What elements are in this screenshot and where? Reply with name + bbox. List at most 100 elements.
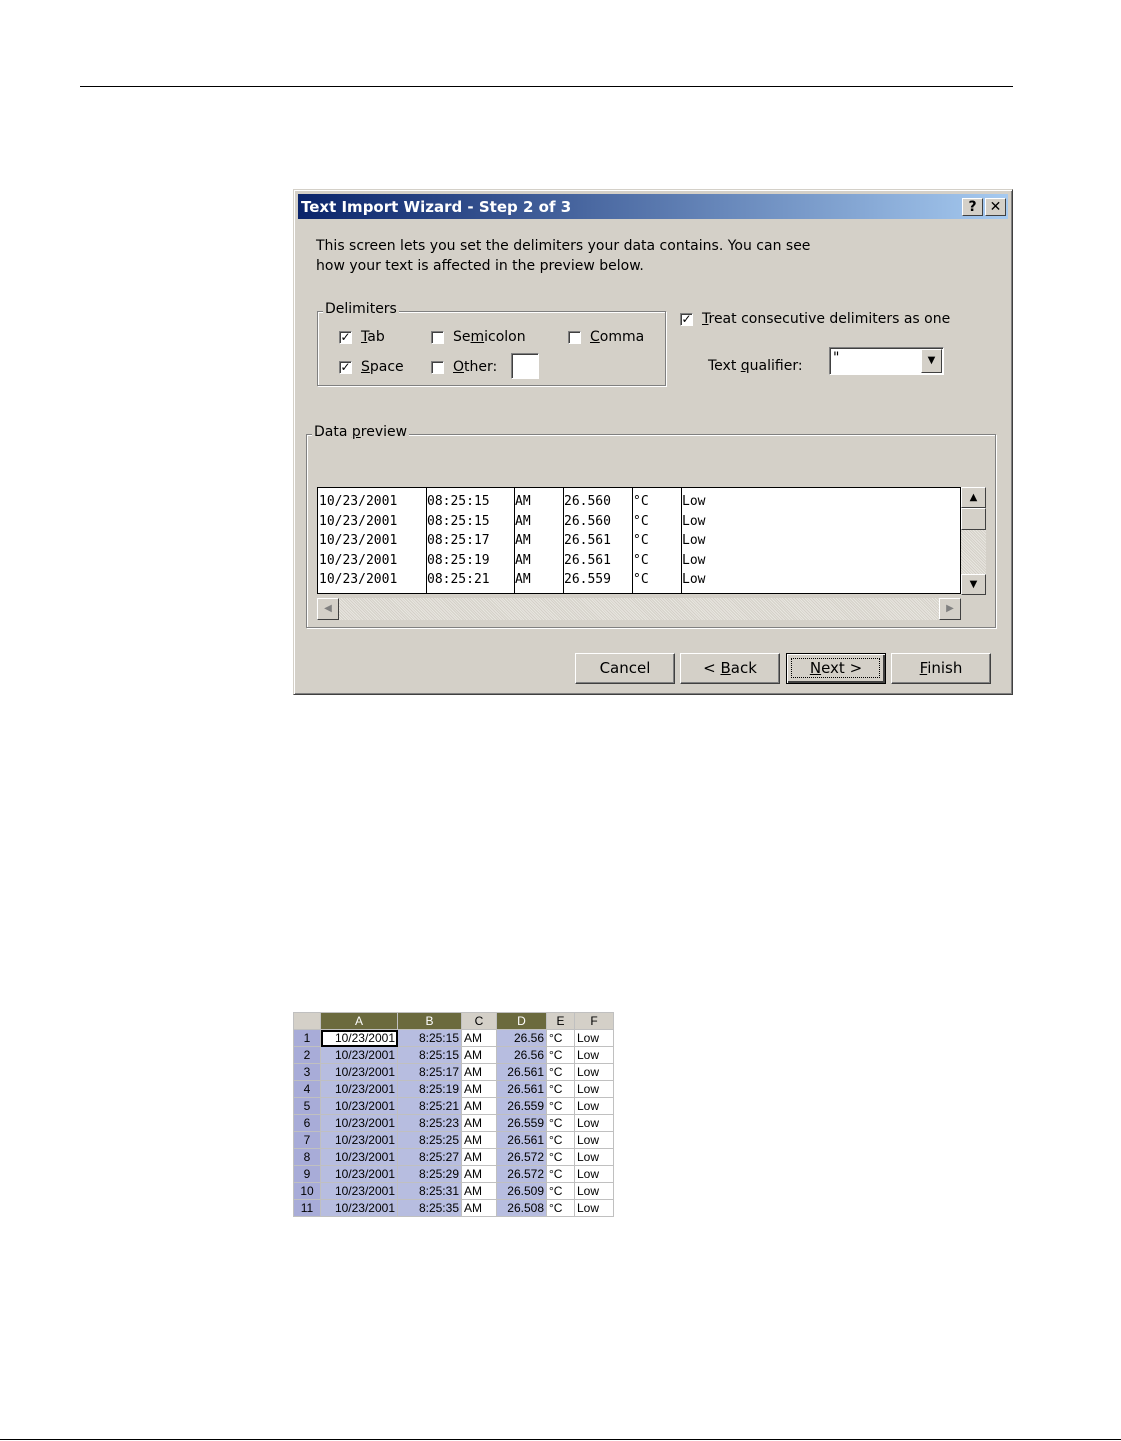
scroll-right-button[interactable]: ▶ <box>939 598 961 620</box>
cell-a[interactable]: 10/23/2001 <box>320 1114 398 1132</box>
cell-a[interactable]: 10/23/2001 <box>320 1182 398 1200</box>
cell-e[interactable]: °C <box>546 1148 575 1166</box>
other-checkbox[interactable]: Other: <box>431 359 497 375</box>
cancel-button[interactable]: Cancel <box>575 653 675 684</box>
other-check-box[interactable] <box>431 360 444 374</box>
row-header[interactable]: 8 <box>293 1148 321 1166</box>
horizontal-scrollbar[interactable]: ◀ ▶ <box>317 598 961 620</box>
cell-e[interactable]: °C <box>546 1080 575 1098</box>
cell-d[interactable]: 26.56 <box>496 1046 547 1064</box>
cell-f[interactable]: Low <box>574 1029 614 1047</box>
cell-a[interactable]: 10/23/2001 <box>320 1029 398 1047</box>
back-button[interactable]: < Back <box>680 653 780 684</box>
row-header[interactable]: 7 <box>293 1131 321 1149</box>
semicolon-checkbox[interactable]: Semicolon <box>431 329 526 345</box>
cell-c[interactable]: AM <box>461 1029 497 1047</box>
cell-f[interactable]: Low <box>574 1097 614 1115</box>
row-header[interactable]: 3 <box>293 1063 321 1081</box>
cell-c[interactable]: AM <box>461 1063 497 1081</box>
select-all-corner[interactable] <box>293 1012 321 1030</box>
cell-b[interactable]: 8:25:17 <box>397 1063 462 1081</box>
scroll-down-button[interactable]: ▼ <box>961 574 986 595</box>
consecutive-delimiters-checkbox[interactable]: ✓ Treat consecutive delimiters as one <box>680 311 950 327</box>
column-header-c[interactable]: C <box>461 1012 497 1030</box>
cell-b[interactable]: 8:25:15 <box>397 1046 462 1064</box>
cell-d[interactable]: 26.56 <box>496 1029 547 1047</box>
cell-f[interactable]: Low <box>574 1046 614 1064</box>
column-header-a[interactable]: A <box>320 1012 398 1030</box>
cell-e[interactable]: °C <box>546 1097 575 1115</box>
scroll-up-button[interactable]: ▲ <box>961 487 986 508</box>
cell-a[interactable]: 10/23/2001 <box>320 1097 398 1115</box>
cell-e[interactable]: °C <box>546 1029 575 1047</box>
cell-c[interactable]: AM <box>461 1046 497 1064</box>
data-preview-grid[interactable]: 10/23/2001 08:25:15 AM 26.560 °C Low 10/23/200… <box>317 487 961 594</box>
cell-b[interactable]: 8:25:31 <box>397 1182 462 1200</box>
cell-e[interactable]: °C <box>546 1046 575 1064</box>
comma-checkbox[interactable]: Comma <box>568 329 644 345</box>
cell-c[interactable]: AM <box>461 1114 497 1132</box>
cell-d[interactable]: 26.509 <box>496 1182 547 1200</box>
column-header-e[interactable]: E <box>546 1012 575 1030</box>
cell-f[interactable]: Low <box>574 1148 614 1166</box>
cell-b[interactable]: 8:25:21 <box>397 1097 462 1115</box>
space-checkbox[interactable]: ✓ Space <box>339 359 404 375</box>
comma-check-box[interactable] <box>568 330 581 344</box>
consecutive-check-box[interactable]: ✓ <box>680 312 693 326</box>
cell-e[interactable]: °C <box>546 1199 575 1217</box>
cell-a[interactable]: 10/23/2001 <box>320 1063 398 1081</box>
text-qualifier-select[interactable]: " ▼ <box>829 347 944 375</box>
cell-c[interactable]: AM <box>461 1199 497 1217</box>
cell-a[interactable]: 10/23/2001 <box>320 1046 398 1064</box>
cell-c[interactable]: AM <box>461 1097 497 1115</box>
row-header[interactable]: 10 <box>293 1182 321 1200</box>
row-header[interactable]: 11 <box>293 1199 321 1217</box>
finish-button[interactable]: Finish <box>891 653 991 684</box>
cell-f[interactable]: Low <box>574 1131 614 1149</box>
cell-e[interactable]: °C <box>546 1114 575 1132</box>
cell-b[interactable]: 8:25:27 <box>397 1148 462 1166</box>
cell-c[interactable]: AM <box>461 1080 497 1098</box>
cell-b[interactable]: 8:25:25 <box>397 1131 462 1149</box>
cell-d[interactable]: 26.572 <box>496 1148 547 1166</box>
cell-f[interactable]: Low <box>574 1199 614 1217</box>
cell-c[interactable]: AM <box>461 1131 497 1149</box>
row-header[interactable]: 1 <box>293 1029 321 1047</box>
row-header[interactable]: 9 <box>293 1165 321 1183</box>
cell-a[interactable]: 10/23/2001 <box>320 1131 398 1149</box>
column-header-d[interactable]: D <box>496 1012 547 1030</box>
cell-a[interactable]: 10/23/2001 <box>320 1080 398 1098</box>
row-header[interactable]: 4 <box>293 1080 321 1098</box>
cell-d[interactable]: 26.572 <box>496 1165 547 1183</box>
cell-d[interactable]: 26.561 <box>496 1063 547 1081</box>
next-button[interactable]: Next > <box>786 653 886 684</box>
row-header[interactable]: 5 <box>293 1097 321 1115</box>
column-header-b[interactable]: B <box>397 1012 462 1030</box>
row-header[interactable]: 2 <box>293 1046 321 1064</box>
scroll-left-button[interactable]: ◀ <box>317 598 339 620</box>
help-button[interactable]: ? <box>962 198 983 216</box>
row-header[interactable]: 6 <box>293 1114 321 1132</box>
scroll-thumb[interactable] <box>961 508 986 530</box>
cell-d[interactable]: 26.561 <box>496 1131 547 1149</box>
cell-f[interactable]: Low <box>574 1182 614 1200</box>
cell-d[interactable]: 26.508 <box>496 1199 547 1217</box>
cell-a[interactable]: 10/23/2001 <box>320 1165 398 1183</box>
cell-b[interactable]: 8:25:19 <box>397 1080 462 1098</box>
cell-d[interactable]: 26.561 <box>496 1080 547 1098</box>
cell-b[interactable]: 8:25:35 <box>397 1199 462 1217</box>
cell-c[interactable]: AM <box>461 1182 497 1200</box>
tab-checkbox[interactable]: ✓ Tab <box>339 329 385 345</box>
cell-e[interactable]: °C <box>546 1182 575 1200</box>
cell-e[interactable]: °C <box>546 1063 575 1081</box>
cell-d[interactable]: 26.559 <box>496 1114 547 1132</box>
cell-e[interactable]: °C <box>546 1165 575 1183</box>
cell-b[interactable]: 8:25:23 <box>397 1114 462 1132</box>
cell-f[interactable]: Low <box>574 1063 614 1081</box>
title-bar[interactable]: Text Import Wizard - Step 2 of 3 ? ✕ <box>298 194 1008 219</box>
cell-e[interactable]: °C <box>546 1131 575 1149</box>
other-delimiter-input[interactable] <box>511 353 539 379</box>
cell-f[interactable]: Low <box>574 1114 614 1132</box>
dropdown-button[interactable]: ▼ <box>921 349 942 373</box>
cell-b[interactable]: 8:25:29 <box>397 1165 462 1183</box>
